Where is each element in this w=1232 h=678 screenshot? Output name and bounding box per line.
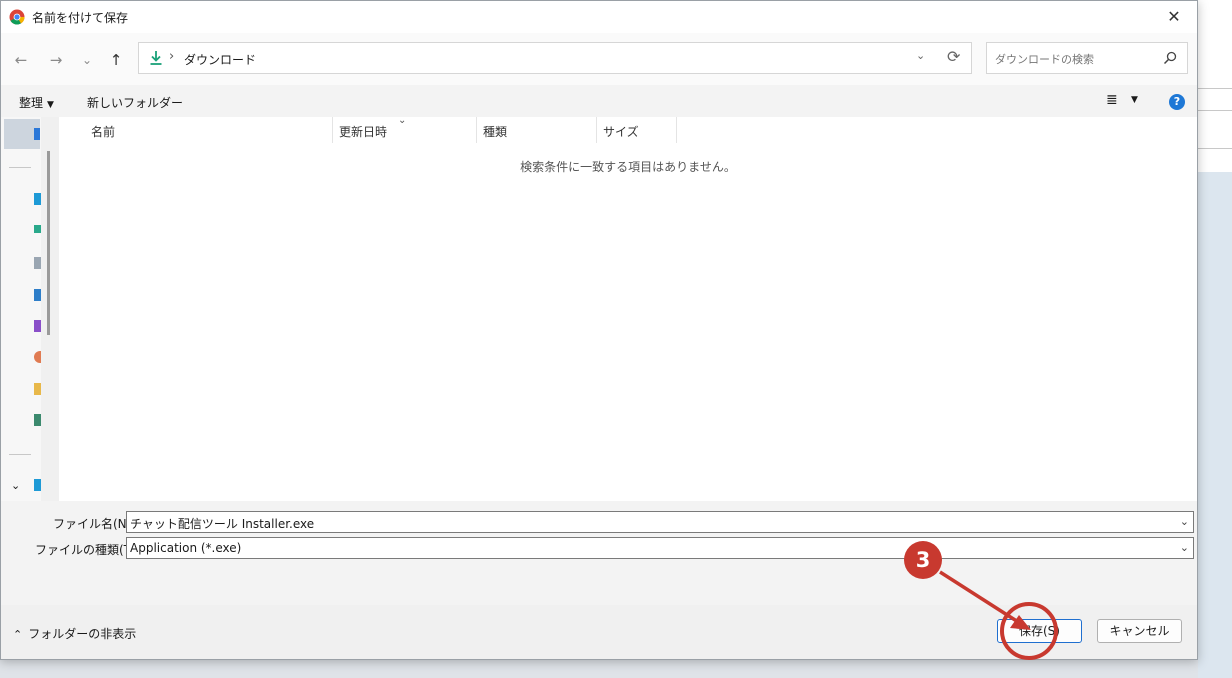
back-button[interactable]: ← xyxy=(10,49,32,71)
up-button[interactable]: ↑ xyxy=(105,49,127,71)
column-divider[interactable] xyxy=(332,117,333,143)
background-window xyxy=(1198,0,1232,678)
column-header-type[interactable]: 種類 xyxy=(483,123,507,140)
chrome-app-icon xyxy=(9,9,25,25)
filename-dropdown-icon[interactable]: ⌄ xyxy=(1180,515,1189,528)
step-number-badge: 3 xyxy=(904,541,942,579)
column-divider[interactable] xyxy=(476,117,477,143)
search-icon[interactable] xyxy=(1163,51,1177,65)
expand-chevron-icon[interactable]: ⌄ xyxy=(11,479,20,492)
filetype-select[interactable]: Application (*.exe) ⌄ xyxy=(126,537,1194,559)
videos-icon[interactable] xyxy=(34,320,41,332)
home-icon xyxy=(34,128,40,140)
sort-indicator-icon: ⌄ xyxy=(398,115,407,126)
column-header-date-modified[interactable]: 更新日時 xyxy=(339,123,387,140)
file-list[interactable]: 名前 ⌄ 更新日時 種類 サイズ 検索条件に一致する項目はありません。 xyxy=(59,115,1197,501)
window-title: 名前を付けて保存 xyxy=(32,11,129,25)
documents-icon[interactable] xyxy=(34,257,41,269)
filetype-value: Application (*.exe) xyxy=(130,541,242,555)
cancel-button[interactable]: キャンセル xyxy=(1097,619,1182,643)
column-header-size[interactable]: サイズ xyxy=(603,123,639,140)
organize-label: 整理 xyxy=(19,96,44,110)
filename-label: ファイル名(N): xyxy=(53,517,136,531)
save-button[interactable]: 保存(S) xyxy=(997,619,1082,643)
download-folder-icon xyxy=(150,51,162,65)
navigation-pane: ⌄ xyxy=(1,117,41,501)
background-divider xyxy=(1198,148,1232,149)
column-divider[interactable] xyxy=(596,117,597,143)
pictures-icon[interactable] xyxy=(34,289,41,301)
title-bar: 名前を付けて保存 ✕ xyxy=(1,1,1197,33)
hide-folders-toggle[interactable]: ⌃ フォルダーの非表示 xyxy=(13,625,136,642)
column-divider[interactable] xyxy=(676,117,677,143)
address-bar[interactable]: › ダウンロード ⌄ ⟳ xyxy=(138,42,972,74)
help-button[interactable]: ? xyxy=(1169,94,1185,110)
background-divider xyxy=(1198,88,1232,89)
close-button[interactable]: ✕ xyxy=(1151,1,1197,33)
filename-field[interactable]: チャット配信ツール Installer.exe ⌄ xyxy=(126,511,1194,533)
hide-folders-label: フォルダーの非表示 xyxy=(28,627,137,641)
navigation-bar: ← → ⌄ ↑ › ダウンロード ⌄ ⟳ xyxy=(1,33,1197,85)
file-fields-panel: ファイル名(N): チャット配信ツール Installer.exe ⌄ ファイル… xyxy=(1,501,1197,605)
address-history-dropdown-icon[interactable]: ⌄ xyxy=(916,49,925,62)
music-icon[interactable] xyxy=(34,351,41,363)
view-options-icon[interactable]: ≣ xyxy=(1106,92,1118,108)
breadcrumb-downloads[interactable]: ダウンロード xyxy=(184,51,256,68)
save-as-dialog: 名前を付けて保存 ✕ ← → ⌄ ↑ › ダウンロード ⌄ ⟳ 整理▼ xyxy=(0,0,1198,660)
background-divider xyxy=(1198,110,1232,111)
desktop-icon[interactable] xyxy=(34,193,41,205)
background-panel xyxy=(1198,172,1232,678)
sidebar-divider xyxy=(9,454,31,455)
chevron-up-icon: ⌃ xyxy=(13,628,23,641)
downloads-icon[interactable] xyxy=(34,225,41,233)
filename-value: チャット配信ツール Installer.exe xyxy=(130,517,315,531)
sidebar-divider xyxy=(9,167,31,168)
column-header-name[interactable]: 名前 xyxy=(91,123,115,140)
organize-menu[interactable]: 整理 ▼ xyxy=(19,94,54,111)
dialog-footer: ⌃ フォルダーの非表示 保存(S) キャンセル xyxy=(1,605,1197,659)
filetype-dropdown-icon[interactable]: ⌄ xyxy=(1180,541,1189,554)
empty-folder-message: 検索条件に一致する項目はありません。 xyxy=(520,160,736,174)
new-folder-button[interactable]: 新しいフォルダー xyxy=(87,94,183,111)
organize-caret-icon: ▼ xyxy=(47,100,54,110)
search-input[interactable] xyxy=(993,49,1157,69)
filetype-label: ファイルの種類(T): xyxy=(35,543,140,557)
search-box[interactable] xyxy=(986,42,1188,74)
view-options-caret-icon[interactable]: ▼ xyxy=(1131,95,1138,105)
sidebar-selected-item[interactable] xyxy=(4,119,40,149)
scrollbar-thumb[interactable] xyxy=(47,151,50,335)
apps-icon[interactable] xyxy=(34,414,41,426)
this-pc-icon[interactable] xyxy=(34,479,41,491)
recent-locations-button[interactable]: ⌄ xyxy=(76,49,98,71)
folder-icon[interactable] xyxy=(34,383,41,395)
breadcrumb-chevron-icon: › xyxy=(169,49,175,64)
forward-button[interactable]: → xyxy=(45,49,67,71)
command-bar: 整理 ▼ 新しいフォルダー ≣ ▼ ? xyxy=(1,85,1197,117)
refresh-icon[interactable]: ⟳ xyxy=(947,47,960,66)
navigation-pane-scrollbar[interactable] xyxy=(41,117,59,501)
